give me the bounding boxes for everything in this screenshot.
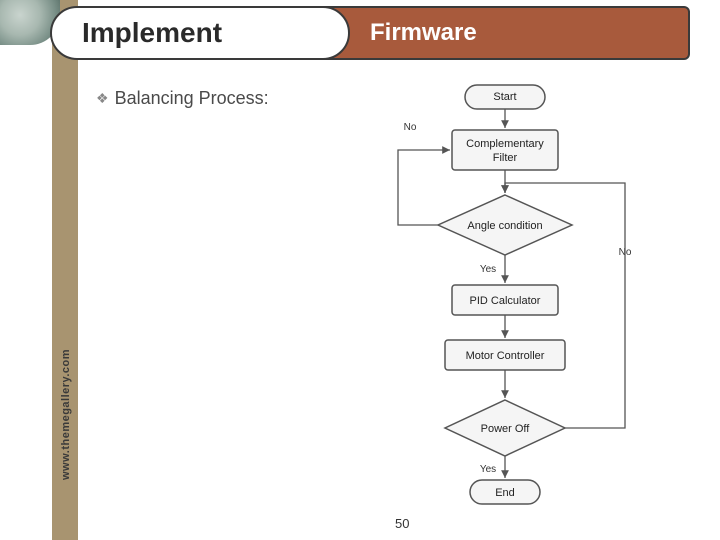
flowchart-diagram: Start Complementary Filter No Angle cond…: [350, 80, 680, 510]
bullet-text: Balancing Process:: [115, 88, 269, 109]
node-start-label: Start: [493, 91, 516, 103]
title-left-text: Implement: [82, 17, 222, 49]
node-filter-label-1: Complementary: [466, 138, 544, 150]
page-number: 50: [395, 516, 409, 531]
edge-label-no-left: No: [404, 122, 417, 133]
edge-label-yes1: Yes: [480, 264, 496, 275]
node-angle-label: Angle condition: [467, 220, 542, 232]
watermark: www.themegallery.com: [60, 349, 72, 480]
node-filter: [452, 130, 558, 170]
title-bar: Implement Firmware: [50, 6, 690, 60]
node-end-label: End: [495, 487, 515, 499]
node-pid-label: PID Calculator: [470, 295, 541, 307]
title-left: Implement: [50, 6, 350, 60]
diamond-bullet-icon: ❖: [96, 90, 109, 107]
bullet-heading: ❖ Balancing Process:: [96, 88, 269, 109]
title-right: Firmware: [320, 6, 690, 60]
node-filter-label-2: Filter: [493, 152, 518, 164]
edge-label-yes2: Yes: [480, 464, 496, 475]
edge-angle-no-filter: [398, 150, 450, 225]
node-motor-label: Motor Controller: [466, 350, 545, 362]
node-poweroff-label: Power Off: [481, 423, 531, 435]
title-right-text: Firmware: [370, 19, 477, 47]
